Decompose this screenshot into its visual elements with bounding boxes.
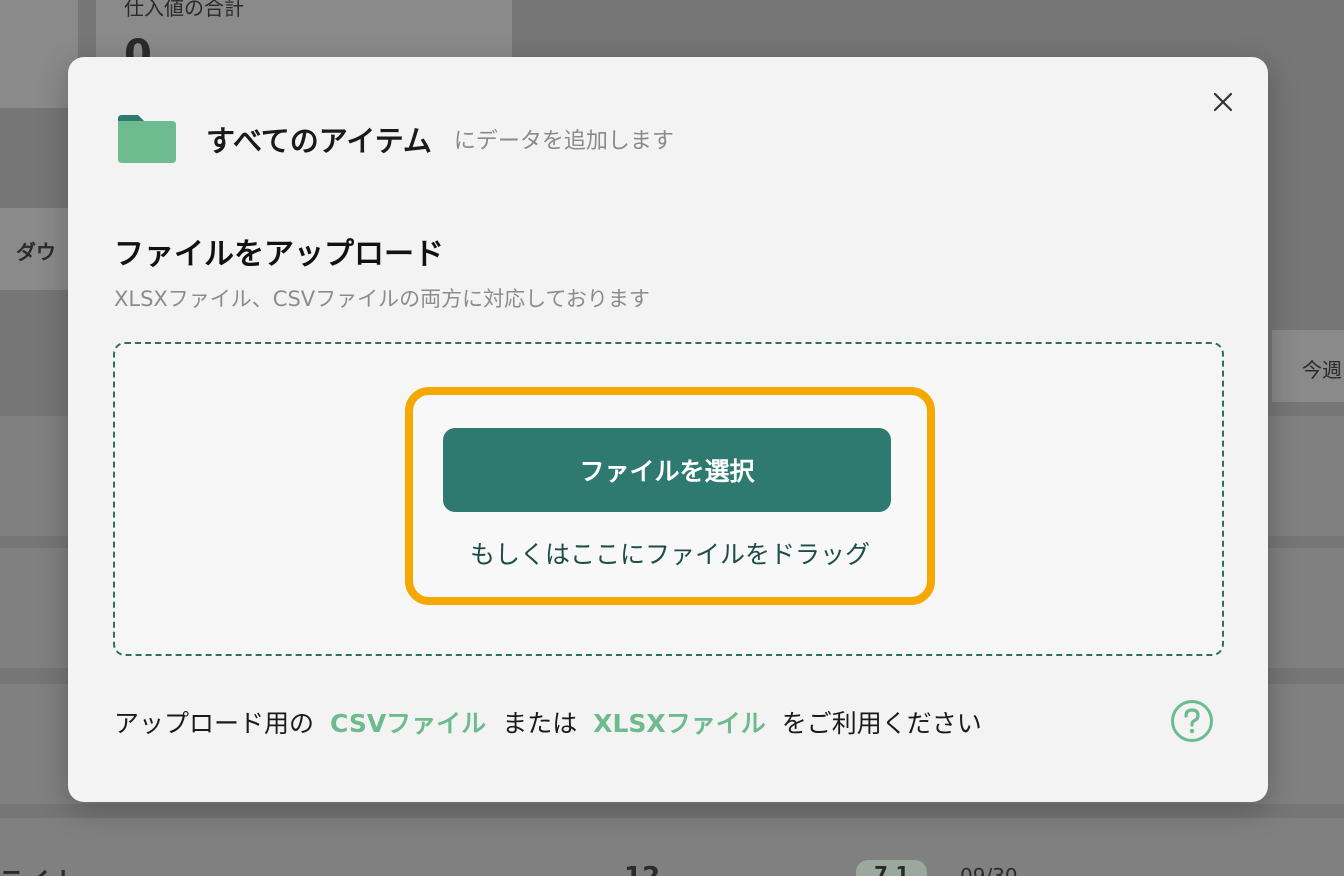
footer-note: アップロード用の CSVファイル または XLSXファイル をご利用ください: [114, 702, 982, 742]
footer-middle: または: [502, 709, 578, 738]
select-file-button[interactable]: ファイルを選択: [443, 428, 891, 512]
close-icon[interactable]: [1212, 91, 1234, 113]
row-label: ライナー: [0, 862, 101, 876]
download-label: ダウ: [16, 240, 56, 264]
drag-hint: もしくはここにファイルをドラッグ: [469, 540, 870, 569]
header-suffix: にデータを追加します: [453, 129, 674, 154]
modal-header: すべてのアイテム にデータを追加します: [116, 113, 674, 165]
xlsx-template-link[interactable]: XLSXファイル: [593, 704, 766, 740]
csv-template-link[interactable]: CSVファイル: [330, 704, 486, 740]
background-card: [0, 0, 78, 108]
row-badge: 7.1: [856, 860, 928, 876]
file-dropzone[interactable]: ファイルを選択 もしくはここにファイルをドラッグ: [113, 342, 1224, 656]
upload-modal: すべてのアイテム にデータを追加します ファイルをアップロード XLSXファイル…: [68, 57, 1268, 802]
highlight-box: ファイルを選択 もしくはここにファイルをドラッグ: [405, 387, 935, 605]
folder-icon: [116, 113, 178, 165]
background-row: ライナー 12 7.1 09/30: [0, 818, 1344, 876]
download-button-bg[interactable]: ダウ: [0, 208, 78, 290]
help-button[interactable]: [1170, 699, 1214, 743]
footer-prefix: アップロード用の: [114, 709, 315, 738]
this-week-label: 今週: [1302, 358, 1342, 382]
section-subtitle: XLSXファイル、CSVファイルの両方に対応しております: [114, 287, 650, 311]
row-date: 09/30: [960, 864, 1018, 876]
folder-name: すべてのアイテム: [206, 124, 432, 158]
section-title: ファイルをアップロード: [114, 237, 444, 272]
close-button[interactable]: [1212, 91, 1234, 113]
card-title: 仕入値の合計: [124, 0, 244, 20]
this-week-tab[interactable]: 今週: [1272, 330, 1344, 402]
footer-suffix: をご利用ください: [781, 709, 982, 738]
row-value: 12: [624, 862, 660, 876]
help-icon[interactable]: [1170, 699, 1214, 743]
